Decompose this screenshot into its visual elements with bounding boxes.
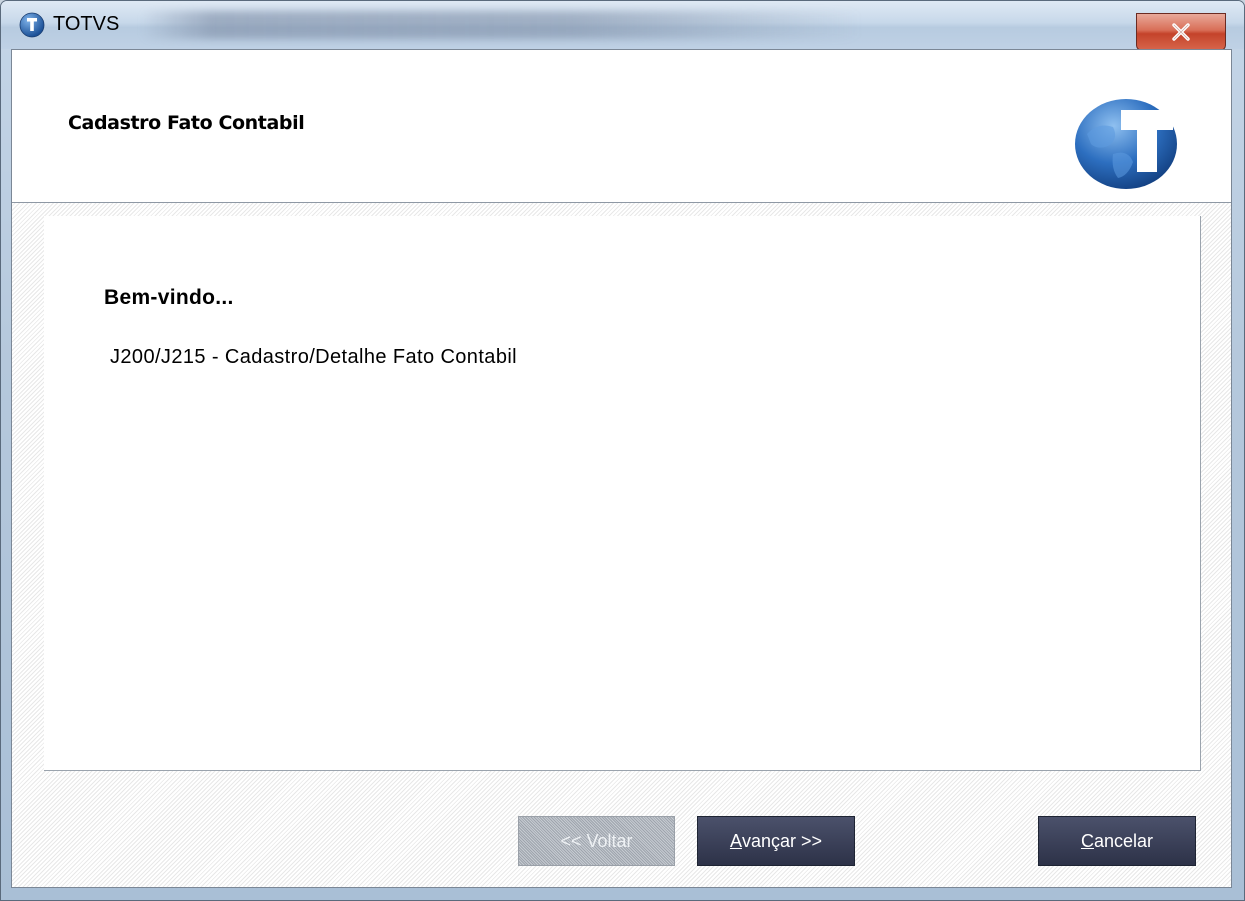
title-bar[interactable]: TOTVS (1, 1, 1244, 51)
cancel-button-label: ancelar (1093, 830, 1154, 851)
cancel-button-mnemonic: C (1080, 830, 1094, 851)
close-button[interactable] (1136, 13, 1226, 51)
wizard-header: Cadastro Fato Contabil (12, 50, 1231, 203)
back-button-mnemonic: < (560, 830, 571, 851)
back-button-label: < Voltar (570, 830, 633, 851)
wizard-description: J200/J215 - Cadastro/Detalhe Fato Contab… (110, 346, 518, 368)
window-title: TOTVS (53, 13, 120, 35)
page-title: Cadastro Fato Contabil (68, 112, 305, 134)
content-panel: Bem-vindo... J200/J215 - Cadastro/Detalh… (44, 216, 1201, 771)
cancel-button[interactable]: Cancelar (1038, 816, 1196, 866)
totvs-logo-icon (19, 12, 45, 38)
dialog-client-area: Cadastro Fato Contabil Bem-vindo... J200… (11, 49, 1232, 888)
back-button[interactable]: < < Voltar (518, 816, 675, 866)
dialog-window: TOTVS Cadastro Fato Contabil Bem-vindo..… (0, 0, 1245, 901)
totvs-globe-logo (1075, 99, 1177, 189)
close-icon (1172, 23, 1190, 41)
next-button-mnemonic: A (729, 830, 742, 851)
blurred-title-region (141, 11, 861, 39)
welcome-heading: Bem-vindo... (104, 286, 234, 309)
next-button[interactable]: Avançar >> (697, 816, 855, 866)
next-button-label: vançar >> (741, 830, 823, 851)
